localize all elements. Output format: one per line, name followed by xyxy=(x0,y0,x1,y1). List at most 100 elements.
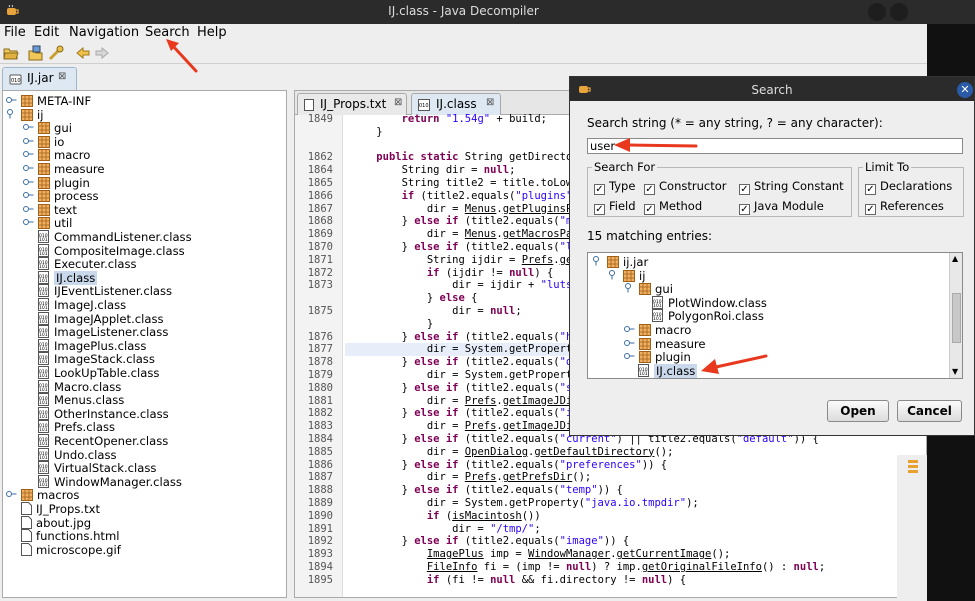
tree-class-node[interactable]: 010 101 ImageStack.class xyxy=(38,352,155,366)
tree-file-node[interactable]: about.jpg xyxy=(21,515,91,530)
collapsed-node-icon[interactable] xyxy=(23,136,35,146)
tree-class-node[interactable]: 010 101 CompositeImage.class xyxy=(38,243,185,258)
overview-marker[interactable] xyxy=(908,470,918,473)
code-token: null xyxy=(483,164,510,177)
expanded-node-icon[interactable] xyxy=(608,269,620,280)
tree-package-node[interactable]: util xyxy=(23,216,72,230)
collapsed-node-icon[interactable] xyxy=(23,190,35,200)
tree-file-node[interactable]: microscope.gif xyxy=(21,542,121,557)
scroll-down-icon[interactable]: ▼ xyxy=(952,367,958,376)
collapsed-node-icon[interactable] xyxy=(6,489,18,499)
close-icon[interactable]: ⊠ xyxy=(394,97,402,108)
tree-class-node[interactable]: 010 101 Menus.class xyxy=(38,393,124,407)
result-node[interactable]: ij.jar xyxy=(592,255,648,269)
minimize-button[interactable] xyxy=(868,3,886,21)
checkbox-java-module[interactable]: ✓ Java Module xyxy=(739,199,824,215)
open-type-icon[interactable] xyxy=(28,45,44,61)
code-token: else if xyxy=(414,381,459,394)
checkbox-declarations[interactable]: ✓ Declarations xyxy=(865,179,952,195)
open-button[interactable]: Open xyxy=(827,400,889,422)
tree-class-node[interactable]: 010 101 OtherInstance.class xyxy=(38,406,169,421)
tab-ij-class[interactable]: 010 IJ.class ⊠ xyxy=(411,93,501,115)
tree-class-node[interactable]: 010 101 IJ.class xyxy=(38,270,98,285)
collapsed-node-icon[interactable] xyxy=(23,177,35,187)
tree-class-node[interactable]: 010 101 ImageJ.class xyxy=(38,298,126,312)
result-node[interactable]: measure xyxy=(624,337,706,351)
tree-package-node[interactable]: process xyxy=(23,189,99,203)
back-arrow-icon[interactable] xyxy=(75,45,91,61)
menu-file[interactable]: File xyxy=(4,25,26,40)
menu-edit[interactable]: Edit xyxy=(34,25,59,40)
tree-package-node[interactable]: macros xyxy=(6,488,79,502)
tree-package-node[interactable]: META-INF xyxy=(6,94,91,108)
result-node[interactable]: plugin xyxy=(624,350,691,364)
tab-ij-jar[interactable]: 010 IJ.jar ⊠ xyxy=(2,67,77,90)
code-token: fi = (imp != xyxy=(477,561,566,573)
result-node[interactable]: 010 101 IJ.class xyxy=(638,363,698,378)
maximize-button[interactable] xyxy=(890,3,908,21)
expanded-node-icon[interactable] xyxy=(6,108,18,119)
tree-package-node[interactable]: ij xyxy=(6,108,43,122)
open-file-icon[interactable] xyxy=(3,45,19,61)
tree-package-node[interactable]: macro xyxy=(23,148,90,162)
scroll-up-icon[interactable]: ▲ xyxy=(952,254,958,263)
tree-package-node[interactable]: io xyxy=(23,135,64,149)
collapsed-node-icon[interactable] xyxy=(624,324,636,334)
result-node[interactable]: 010 101 PlotWindow.class xyxy=(652,295,767,310)
tree-package-node[interactable]: text xyxy=(23,203,77,217)
tree-class-node[interactable]: 010 101 Macro.class xyxy=(38,379,121,394)
scroll-thumb[interactable] xyxy=(952,293,961,343)
collapsed-node-icon[interactable] xyxy=(624,338,636,348)
collapsed-node-icon[interactable] xyxy=(23,217,35,227)
expanded-node-icon[interactable] xyxy=(624,283,636,293)
search-tool-icon[interactable] xyxy=(48,45,64,61)
tree-class-node[interactable]: 010 101 RecentOpener.class xyxy=(38,434,168,448)
tree-class-node[interactable]: 010 101 LookUpTable.class xyxy=(38,366,159,380)
close-icon[interactable]: ✕ xyxy=(957,82,973,98)
tree-class-node[interactable]: 010 101 ImageListener.class xyxy=(38,325,168,339)
checkbox-method[interactable]: ✓ Method xyxy=(644,199,702,215)
overview-marker[interactable] xyxy=(908,460,918,463)
checkbox-references[interactable]: ✓ References xyxy=(865,199,944,215)
tree-node-label: VirtualStack.class xyxy=(54,461,157,476)
checkbox-constructor[interactable]: ✓ Constructor xyxy=(644,179,726,195)
tree-package-node[interactable]: gui xyxy=(23,121,72,135)
checkbox-field[interactable]: ✓ Field xyxy=(594,199,636,215)
tree-file-node[interactable]: functions.html xyxy=(21,529,120,543)
collapsed-node-icon[interactable] xyxy=(6,95,18,105)
collapsed-node-icon[interactable] xyxy=(23,204,35,214)
expanded-node-icon[interactable] xyxy=(592,256,604,266)
collapsed-node-icon[interactable] xyxy=(624,351,636,361)
close-icon[interactable]: ⊠ xyxy=(486,97,494,108)
result-node[interactable]: macro xyxy=(624,323,691,337)
tree-package-node[interactable]: plugin xyxy=(23,176,90,190)
checkbox-string-constant[interactable]: ✓ String Constant xyxy=(739,179,844,195)
result-node[interactable]: gui xyxy=(624,282,673,296)
close-icon[interactable]: ⊠ xyxy=(58,71,66,82)
tree-class-node[interactable]: 010 101 WindowManager.class xyxy=(38,474,182,489)
search-results-tree[interactable]: ▲ ▼ ij.jar ij gui 010 101 PlotWindow.class 010… xyxy=(587,252,963,379)
tree-class-node[interactable]: 010 101 Prefs.class xyxy=(38,420,115,434)
tab-ij-props[interactable]: IJ_Props.txt ⊠ xyxy=(297,93,407,115)
result-node[interactable]: ij xyxy=(608,269,645,283)
code-token: } xyxy=(351,241,415,253)
tree-class-node[interactable]: 010 101 VirtualStack.class xyxy=(38,461,156,475)
menu-navigation[interactable]: Navigation xyxy=(69,25,139,40)
result-node[interactable]: 010 101 PolygonRoi.class xyxy=(652,309,764,323)
tree-class-node[interactable]: 010 101 IJEventListener.class xyxy=(38,284,172,298)
collapsed-node-icon[interactable] xyxy=(23,163,35,173)
tree-class-node[interactable]: 010 101 ImagePlus.class xyxy=(38,338,146,353)
tree-file-node[interactable]: IJ_Props.txt xyxy=(21,502,100,516)
checkbox-type[interactable]: ✓ Type xyxy=(594,179,635,195)
tree-package-node[interactable]: measure xyxy=(23,162,105,176)
forward-arrow-icon[interactable] xyxy=(94,45,110,61)
tree-class-node[interactable]: 010 101 Undo.class xyxy=(38,447,117,462)
tree-class-node[interactable]: 010 101 CommandListener.class xyxy=(38,230,192,244)
cancel-button[interactable]: Cancel xyxy=(897,400,962,422)
collapsed-node-icon[interactable] xyxy=(23,122,35,132)
collapsed-node-icon[interactable] xyxy=(23,149,35,159)
tree-class-node[interactable]: 010 101 ImageJApplet.class xyxy=(38,311,164,326)
overview-marker[interactable] xyxy=(908,465,918,468)
results-scrollbar[interactable]: ▲ ▼ xyxy=(949,253,962,378)
tree-class-node[interactable]: 010 101 Executer.class xyxy=(38,257,137,271)
